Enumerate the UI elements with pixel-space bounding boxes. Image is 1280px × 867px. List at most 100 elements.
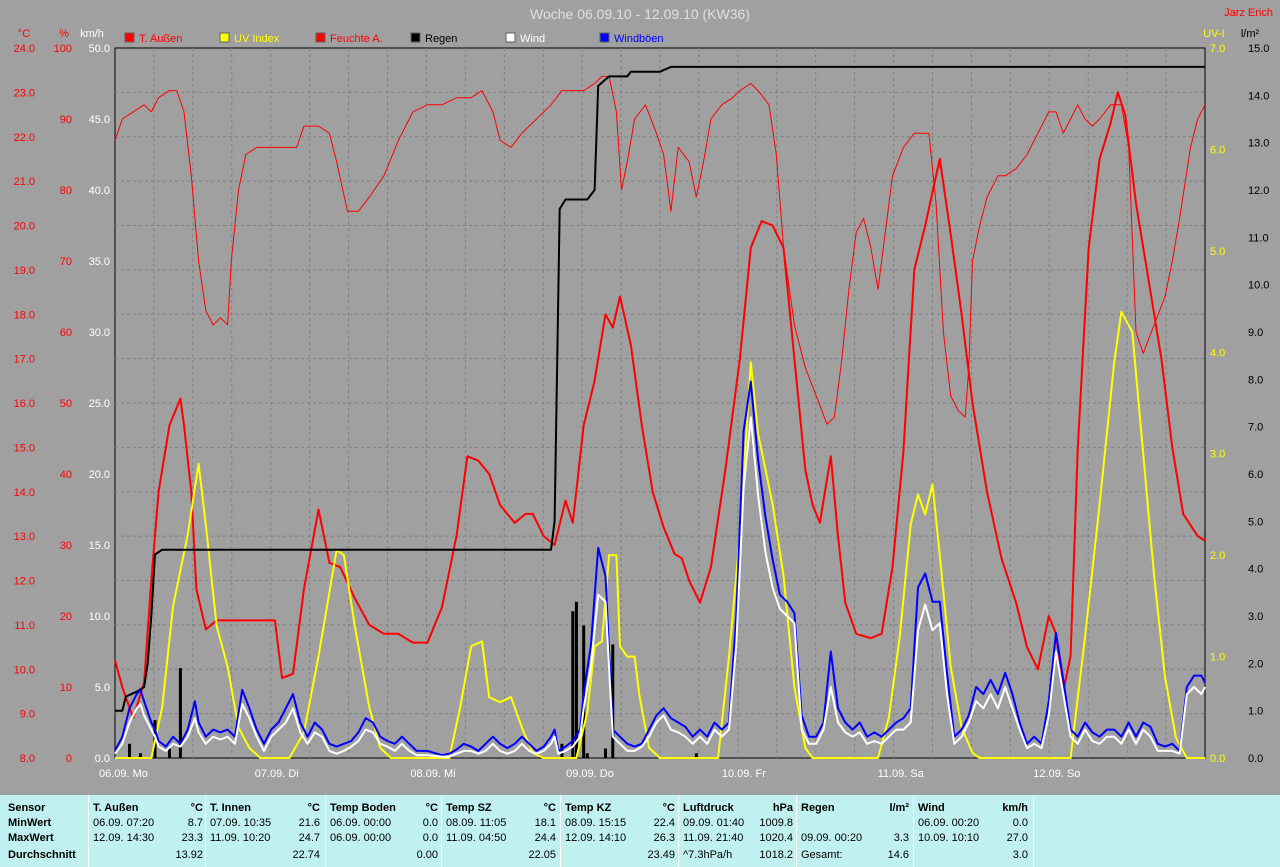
legend-swatch bbox=[410, 32, 421, 43]
stats-max-value: 27.0 bbox=[1006, 832, 1028, 844]
rain-tick-label: 9.0 bbox=[1248, 327, 1263, 339]
legend-swatch bbox=[505, 32, 516, 43]
legend-swatch bbox=[599, 32, 610, 43]
series-line-windböen bbox=[114, 380, 1206, 757]
humidity-tick-label: 10 bbox=[60, 682, 72, 694]
stats-separator bbox=[441, 795, 442, 867]
rain-tick-label: 13.0 bbox=[1248, 138, 1269, 150]
stats-avg-value: 14.6 bbox=[887, 849, 909, 861]
temp-tick-label: 20.0 bbox=[14, 221, 35, 233]
stats-separator bbox=[678, 795, 679, 867]
temp-tick-label: 9.0 bbox=[20, 709, 35, 721]
legend-label: Wind bbox=[520, 33, 545, 45]
stats-separator bbox=[325, 795, 326, 867]
wind-tick-label: 35.0 bbox=[89, 256, 110, 268]
wind-tick-label: 30.0 bbox=[89, 327, 110, 339]
temp-tick-label: 18.0 bbox=[14, 309, 35, 321]
rain-axis-unit: l/m² bbox=[1241, 28, 1260, 40]
uv-axis-unit: UV-I bbox=[1203, 28, 1224, 40]
row-label-sensor: Sensor bbox=[8, 802, 46, 814]
humidity-tick-label: 0 bbox=[66, 753, 72, 765]
rain-bar bbox=[585, 753, 589, 758]
temp-tick-label: 11.0 bbox=[14, 620, 35, 632]
stats-min-value: 18.1 bbox=[534, 817, 556, 829]
stats-max-value: 3.3 bbox=[893, 832, 909, 844]
wind-tick-label: 0.0 bbox=[95, 753, 110, 765]
rain-bar bbox=[128, 743, 132, 758]
stats-max-value: 24.4 bbox=[534, 832, 556, 844]
rain-tick-label: 1.0 bbox=[1248, 706, 1263, 718]
uv-tick-label: 0.0 bbox=[1210, 753, 1225, 765]
stats-separator bbox=[205, 795, 206, 867]
stats-col-unit: °C bbox=[425, 802, 438, 814]
stats-avg-value: 1018.2 bbox=[759, 849, 793, 861]
x-day-label: 12.09. So bbox=[1033, 768, 1080, 780]
stats-separator bbox=[796, 795, 797, 867]
rain-bar bbox=[604, 748, 607, 758]
temp-tick-label: 10.0 bbox=[14, 664, 35, 676]
stats-separator bbox=[1033, 795, 1034, 867]
row-label-avg: Durchschnitt bbox=[8, 849, 76, 861]
stats-max-value: 1020.4 bbox=[759, 832, 793, 844]
wind-tick-label: 20.0 bbox=[89, 469, 110, 481]
rain-tick-label: 10.0 bbox=[1248, 280, 1269, 292]
temp-axis-unit: °C bbox=[18, 28, 30, 40]
stats-avg-value: 3.0 bbox=[1012, 849, 1028, 861]
temp-tick-label: 21.0 bbox=[14, 176, 35, 188]
row-label-min: MinWert bbox=[8, 817, 52, 829]
x-day-label: 09.09. Do bbox=[566, 768, 614, 780]
temp-tick-label: 23.0 bbox=[14, 87, 35, 99]
rain-tick-label: 0.0 bbox=[1248, 753, 1263, 765]
temp-tick-label: 19.0 bbox=[14, 265, 35, 277]
uv-tick-label: 5.0 bbox=[1210, 246, 1225, 258]
x-day-label: 10.09. Fr bbox=[722, 768, 766, 780]
stats-min-value: 22.4 bbox=[653, 817, 675, 829]
humidity-axis-unit: % bbox=[59, 28, 69, 40]
rain-tick-label: 12.0 bbox=[1248, 185, 1269, 197]
stats-separator bbox=[88, 795, 89, 867]
wind-tick-label: 5.0 bbox=[95, 682, 110, 694]
wind-tick-label: 15.0 bbox=[89, 540, 110, 552]
rain-bar bbox=[571, 611, 575, 758]
legend-label: Windböen bbox=[614, 33, 664, 45]
temp-tick-label: 24.0 bbox=[14, 43, 35, 55]
uv-tick-label: 7.0 bbox=[1210, 43, 1225, 55]
stats-max-value: 23.3 bbox=[181, 832, 203, 844]
stats-max-value: 24.7 bbox=[298, 832, 320, 844]
uv-tick-label: 4.0 bbox=[1210, 347, 1225, 359]
stats-min-value: 0.0 bbox=[1012, 817, 1028, 829]
weather-chart: Woche 06.09.10 - 12.09.10 (KW36) Jarz Eri… bbox=[14, 6, 1273, 780]
wind-tick-label: 25.0 bbox=[89, 398, 110, 410]
row-label-max: MaxWert bbox=[8, 832, 54, 844]
stats-min-value: 0.0 bbox=[422, 817, 438, 829]
stats-avg-value: 13.92 bbox=[175, 849, 203, 861]
temp-tick-label: 13.0 bbox=[14, 531, 35, 543]
weather-report: Woche 06.09.10 - 12.09.10 (KW36) Jarz Eri… bbox=[0, 0, 1280, 867]
humidity-tick-label: 100 bbox=[54, 43, 72, 55]
temp-tick-label: 8.0 bbox=[20, 753, 35, 765]
stats-col-unit: °C bbox=[307, 802, 320, 814]
humidity-tick-label: 40 bbox=[60, 469, 72, 481]
rain-tick-label: 6.0 bbox=[1248, 469, 1263, 481]
stats-col-unit: hPa bbox=[772, 802, 793, 814]
stats-separator bbox=[560, 795, 561, 867]
stats-avg-value: 0.00 bbox=[416, 849, 438, 861]
stats-col-unit: °C bbox=[190, 802, 203, 814]
legend-label: Regen bbox=[425, 33, 457, 45]
stats-min-value: 8.7 bbox=[187, 817, 203, 829]
humidity-tick-label: 90 bbox=[60, 114, 72, 126]
stats-col-unit: °C bbox=[543, 802, 556, 814]
temp-tick-label: 17.0 bbox=[14, 354, 35, 366]
wind-tick-label: 40.0 bbox=[89, 185, 110, 197]
x-day-label: 11.09. Sa bbox=[878, 768, 925, 780]
humidity-tick-label: 50 bbox=[60, 398, 72, 410]
chart-title: Woche 06.09.10 - 12.09.10 (KW36) bbox=[530, 6, 750, 22]
rain-tick-label: 4.0 bbox=[1248, 564, 1263, 576]
uv-tick-label: 3.0 bbox=[1210, 449, 1225, 461]
stats-max-value: 26.3 bbox=[653, 832, 675, 844]
humidity-tick-label: 70 bbox=[60, 256, 72, 268]
temp-tick-label: 15.0 bbox=[14, 442, 35, 454]
stats-separator bbox=[913, 795, 914, 867]
uv-tick-label: 1.0 bbox=[1210, 652, 1225, 664]
stats-col-unit: °C bbox=[662, 802, 675, 814]
